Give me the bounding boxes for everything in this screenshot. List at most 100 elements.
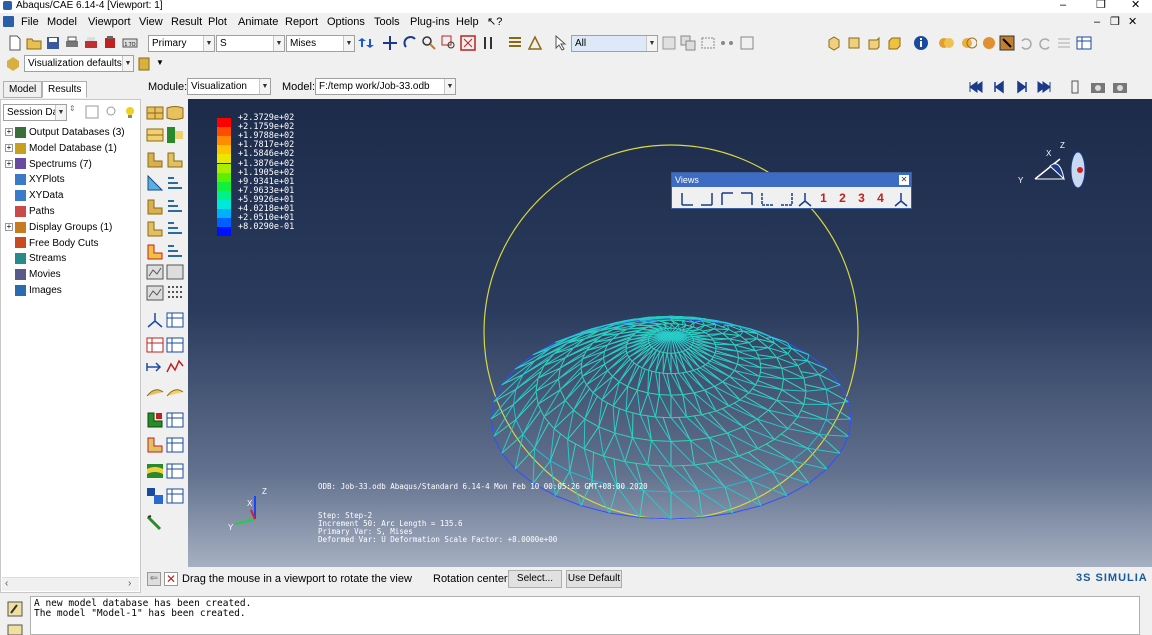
tree-item[interactable]: + Display Groups (1) [5, 221, 112, 236]
menu-result[interactable]: Result [171, 16, 202, 29]
plot-contours-both-icon[interactable] [146, 151, 164, 169]
select-arrow-icon[interactable] [553, 35, 569, 51]
query-tool-icon[interactable] [999, 35, 1015, 51]
model-select[interactable]: F:/temp work/Job-33.odb ▼ [315, 78, 456, 95]
plot-undeformed-icon[interactable] [146, 104, 164, 122]
next-frame-icon[interactable] [1014, 79, 1030, 95]
tree-item[interactable]: Movies [5, 268, 61, 283]
create-stream-icon[interactable] [146, 436, 164, 454]
undo-icon[interactable] [1018, 35, 1034, 51]
report-xy-icon[interactable] [166, 336, 184, 354]
movie-camera-icon[interactable] [1112, 79, 1128, 95]
render-shaded-icon[interactable] [938, 35, 954, 51]
create-xy-data-icon[interactable] [146, 311, 164, 329]
superimpose-options-icon[interactable] [146, 198, 164, 216]
free-body-manager-icon[interactable] [166, 411, 184, 429]
tree-item[interactable]: + Output Databases (3) [5, 126, 125, 141]
use-default-button[interactable]: Use Default [566, 570, 622, 588]
module-select[interactable]: Visualization ▼ [187, 78, 271, 95]
plot-contours-deformed-icon[interactable] [166, 126, 184, 144]
xy-data-manager-icon[interactable] [166, 311, 184, 329]
menu-report[interactable]: Report [285, 16, 318, 29]
view-top-icon[interactable] [719, 191, 735, 207]
plot-symbols-icon[interactable] [166, 151, 184, 169]
allow-multiple-plot-states-icon[interactable] [166, 174, 184, 192]
zoom-icon[interactable] [421, 35, 437, 51]
last-frame-icon[interactable] [1036, 79, 1052, 95]
menu-plugins[interactable]: Plug-ins [410, 16, 450, 29]
view-front-icon[interactable] [679, 191, 695, 207]
pencil-annotation-icon[interactable] [146, 513, 164, 531]
view-back-icon[interactable] [699, 191, 715, 207]
sort-arrows-icon[interactable]: ⇕ [69, 104, 76, 113]
animate-harmonic-icon[interactable] [146, 284, 164, 302]
message-icon[interactable] [7, 601, 23, 617]
movie-manager-icon[interactable] [166, 462, 184, 480]
mdi-close-button[interactable]: ✕ [1128, 16, 1137, 29]
menu-animate[interactable]: Animate [238, 16, 278, 29]
display-group-manager-icon[interactable] [166, 384, 184, 402]
close-button[interactable]: ✕ [1131, 0, 1140, 11]
result-options-icon[interactable] [146, 243, 164, 261]
rotate-icon[interactable] [403, 35, 419, 51]
select-elements-icon[interactable] [739, 35, 755, 51]
tree-item[interactable]: Images [5, 284, 62, 299]
mesh-icon[interactable] [527, 35, 543, 51]
select-multiple-icon[interactable] [680, 35, 696, 51]
plot-deformed-icon[interactable] [166, 104, 184, 122]
tree-item[interactable]: XYData [5, 189, 63, 204]
invariant-select[interactable]: Mises ▼ [286, 35, 355, 52]
animate-scale-factor-icon[interactable] [146, 263, 164, 281]
expand-plus-icon[interactable]: + [5, 144, 13, 153]
mdi-restore-button[interactable]: ❐ [1110, 16, 1120, 29]
tree-item[interactable]: + Model Database (1) [5, 142, 117, 157]
tree-item[interactable]: XYPlots [5, 173, 65, 188]
animation-options-icon[interactable] [1068, 79, 1084, 95]
menu-plot[interactable]: Plot [208, 16, 227, 29]
menu-context-help[interactable]: ↖? [487, 16, 502, 29]
field-variable-select[interactable]: S ▼ [216, 35, 285, 52]
view-bottom-icon[interactable] [739, 191, 755, 207]
select-nodes-icon[interactable] [719, 35, 735, 51]
path-manager-icon[interactable] [166, 358, 184, 376]
viewport[interactable]: +2.3729e+02 +2.1759e+02 +1.9788e+02 +1.7817… [188, 99, 1152, 567]
view-4-button[interactable]: 4 [872, 190, 889, 207]
render-sphere-icon[interactable] [981, 35, 997, 51]
mdi-minimize-button[interactable]: – [1094, 16, 1100, 29]
cycle-views-icon[interactable] [480, 35, 496, 51]
info-icon[interactable] [913, 35, 929, 51]
plot-material-orientations-icon[interactable] [146, 174, 164, 192]
table-icon[interactable] [1076, 35, 1092, 51]
plot-contours-undeformed-icon[interactable] [146, 126, 164, 144]
view-right-icon[interactable] [779, 191, 795, 207]
select-box-icon[interactable] [700, 35, 716, 51]
view-1-button[interactable]: 1 [815, 190, 832, 207]
side-view-icon[interactable] [866, 35, 882, 51]
view-3-button[interactable]: 3 [853, 190, 870, 207]
select-button[interactable]: Select... [508, 570, 562, 588]
model-wireframe[interactable] [188, 99, 1152, 567]
free-body-cut-icon[interactable] [146, 411, 164, 429]
front-view-icon[interactable] [846, 35, 862, 51]
top-view-icon[interactable] [886, 35, 902, 51]
menu-options[interactable]: Options [327, 16, 365, 29]
render-wire-icon[interactable] [961, 35, 977, 51]
views-close-button[interactable]: ✕ [899, 175, 909, 185]
tab-results[interactable]: Results [42, 81, 88, 98]
first-frame-icon[interactable] [968, 79, 984, 95]
overlay-plot-icon[interactable] [166, 198, 184, 216]
view-custom-icon[interactable] [893, 191, 909, 207]
filter-icon[interactable] [85, 105, 99, 119]
chevron-left-icon[interactable]: ‹ [5, 578, 8, 589]
select-tool-icon[interactable] [661, 35, 677, 51]
image-manager-icon[interactable] [166, 487, 184, 505]
auto-fit-icon[interactable] [460, 35, 476, 51]
iso-view-icon[interactable] [826, 35, 842, 51]
menu-help[interactable]: Help [456, 16, 479, 29]
chevron-down-icon[interactable]: ▼ [156, 58, 164, 67]
previous-frame-icon[interactable] [991, 79, 1007, 95]
image-icon[interactable] [146, 487, 164, 505]
animation-options-toolbox-icon[interactable] [166, 284, 184, 302]
view-iso-icon[interactable] [797, 191, 813, 207]
selection-filter-select[interactable]: All ▼ [571, 35, 658, 52]
